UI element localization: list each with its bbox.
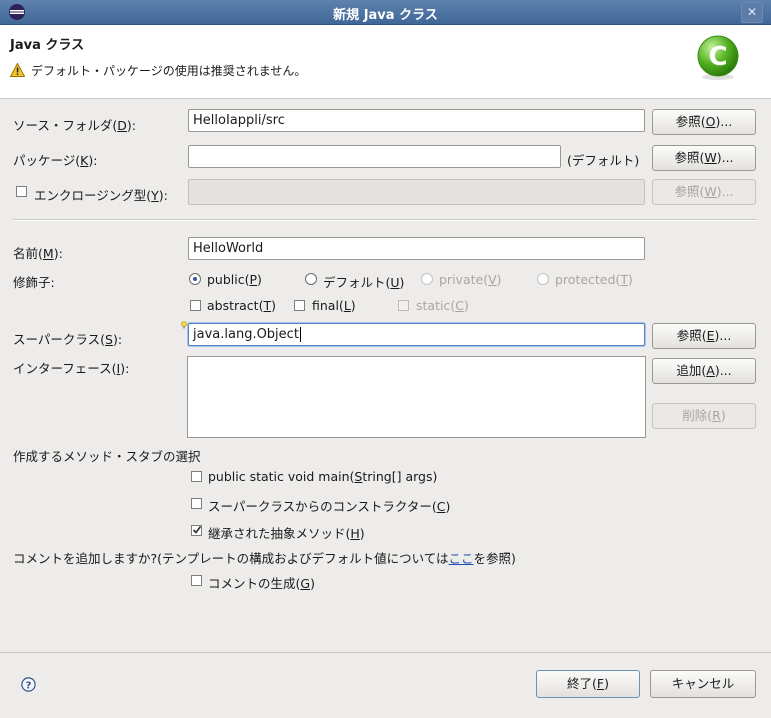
warning-icon [10,63,25,77]
svg-text:C: C [708,42,727,72]
content-assist-icon [181,321,187,329]
help-icon[interactable]: ? [21,677,36,692]
add-interface-button[interactable]: 追加(A)... [652,358,756,384]
generate-comments-label: コメントの生成(G) [208,576,315,591]
header-message: デフォルト・パッケージの使用は推奨されません。 [31,64,307,78]
comments-question: コメントを追加しますか?(テンプレートの構成およびデフォルト値についてはここを参… [13,551,516,566]
enclosing-type-label: エンクロージング型(Y): [34,188,168,203]
name-label: 名前(M): [13,246,63,261]
footer-separator [0,652,771,653]
private-radio [421,273,433,285]
protected-label: protected(T) [555,272,633,287]
public-radio[interactable] [189,273,201,285]
class-name-input[interactable]: HelloWorld [188,237,645,260]
final-checkbox[interactable] [294,300,305,311]
main-method-checkbox[interactable] [191,471,202,482]
title-bar: 新規 Java クラス ✕ [0,0,771,25]
browse-superclass-button[interactable]: 参照(E)... [652,323,756,349]
public-label: public(P) [207,272,262,287]
method-stubs-label: 作成するメソッド・スタブの選択 [13,449,201,464]
final-label: final(L) [312,298,356,313]
svg-text:?: ? [26,680,32,691]
dialog-header: Java クラス デフォルト・パッケージの使用は推奨されません。 C [0,25,771,99]
interfaces-list[interactable] [187,356,646,438]
static-checkbox [398,300,409,311]
default-package-hint: (デフォルト) [567,153,640,168]
finish-button[interactable]: 終了(F) [536,670,640,698]
abstract-label: abstract(T) [207,298,276,313]
protected-radio [537,273,549,285]
default-radio[interactable] [305,273,317,285]
browse-package-button[interactable]: 参照(W)... [652,145,756,171]
superclass-label: スーパークラス(S): [13,332,123,347]
package-label: パッケージ(K): [13,153,98,168]
java-class-icon: C [697,35,739,80]
templates-link[interactable]: ここ [449,551,474,566]
interfaces-label: インターフェース(I): [13,361,130,376]
superclass-input[interactable]: java.lang.Object [188,323,645,346]
main-method-label: public static void main(String[] args) [208,469,438,484]
separator [13,219,757,221]
remove-interface-button: 削除(R) [652,403,756,429]
source-folder-input[interactable]: HelloIappli/src [188,109,645,132]
default-label: デフォルト(U) [323,275,405,290]
inherited-abstract-label: 継承された抽象メソッド(H) [208,526,365,541]
private-label: private(V) [439,272,502,287]
package-input[interactable] [188,145,561,168]
close-button[interactable]: ✕ [741,2,763,23]
close-icon: ✕ [746,5,758,19]
radio-selected-dot [193,277,197,281]
inherited-abstract-checkbox[interactable] [191,525,202,536]
abstract-checkbox[interactable] [190,300,201,311]
modifiers-label: 修飾子: [13,275,55,290]
window-title: 新規 Java クラス [333,8,438,23]
static-label: static(C) [416,298,469,313]
constructors-checkbox[interactable] [191,498,202,509]
source-folder-label: ソース・フォルダ(D): [13,118,136,133]
check-icon [192,526,202,534]
generate-comments-checkbox[interactable] [191,575,202,586]
page-title: Java クラス [10,38,85,53]
browse-source-folder-button[interactable]: 参照(O)... [652,109,756,135]
constructors-label: スーパークラスからのコンストラクター(C) [208,499,451,514]
cancel-button[interactable]: キャンセル [650,670,756,698]
enclosing-type-input [188,179,645,205]
browse-enclosing-button: 参照(W)... [652,179,756,205]
enclosing-type-checkbox[interactable] [16,186,27,197]
